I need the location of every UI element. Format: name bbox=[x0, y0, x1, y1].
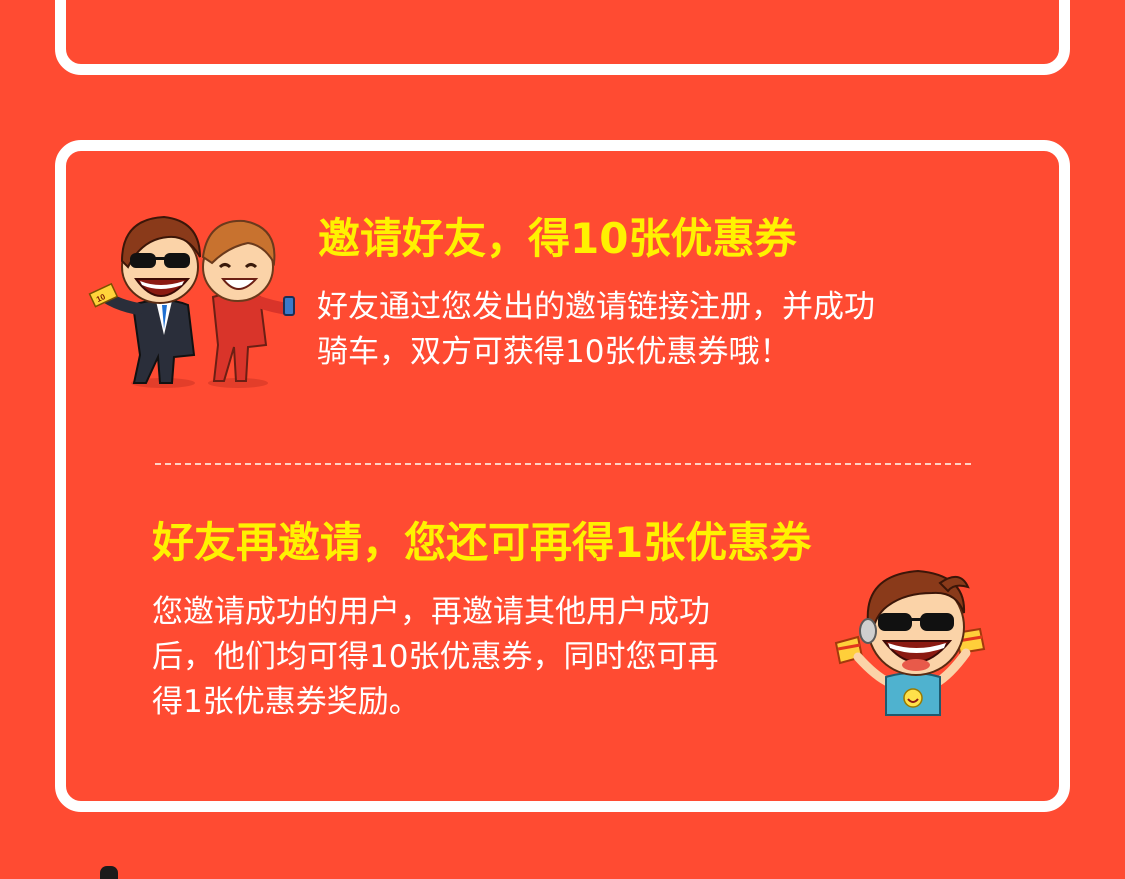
section2-description-line: 您邀请成功的用户，再邀请其他用户成功 bbox=[152, 594, 710, 630]
previous-card bbox=[55, 0, 1070, 75]
section1-description-line: 骑车，双方可获得10张优惠券哦！ bbox=[317, 334, 791, 370]
section1-title: 邀请好友，得10张优惠券 bbox=[318, 214, 797, 263]
two-friends-cartoon-icon: 10 bbox=[88, 215, 295, 388]
section2-description-line: 后，他们均可得10张优惠券，同时您可再 bbox=[152, 639, 719, 675]
section1-description: 好友通过您发出的邀请链接注册，并成功 骑车，双方可获得10张优惠券哦！ bbox=[317, 285, 875, 375]
section2-description: 您邀请成功的用户，再邀请其他用户成功 后，他们均可得10张优惠券，同时您可再 得… bbox=[152, 590, 718, 725]
section-divider bbox=[155, 463, 971, 465]
section1-description-line: 好友通过您发出的邀请链接注册，并成功 bbox=[317, 289, 875, 325]
section2-description-line: 得1张优惠券奖励。 bbox=[152, 684, 420, 720]
celebrating-man-cartoon-icon bbox=[834, 569, 986, 716]
invite-page: { "section1": { "title": "邀请好友，得10张优惠券",… bbox=[0, 0, 1125, 879]
bottom-edge-mark bbox=[100, 866, 118, 879]
section2-title: 好友再邀请，您还可再得1张优惠券 bbox=[152, 518, 812, 567]
